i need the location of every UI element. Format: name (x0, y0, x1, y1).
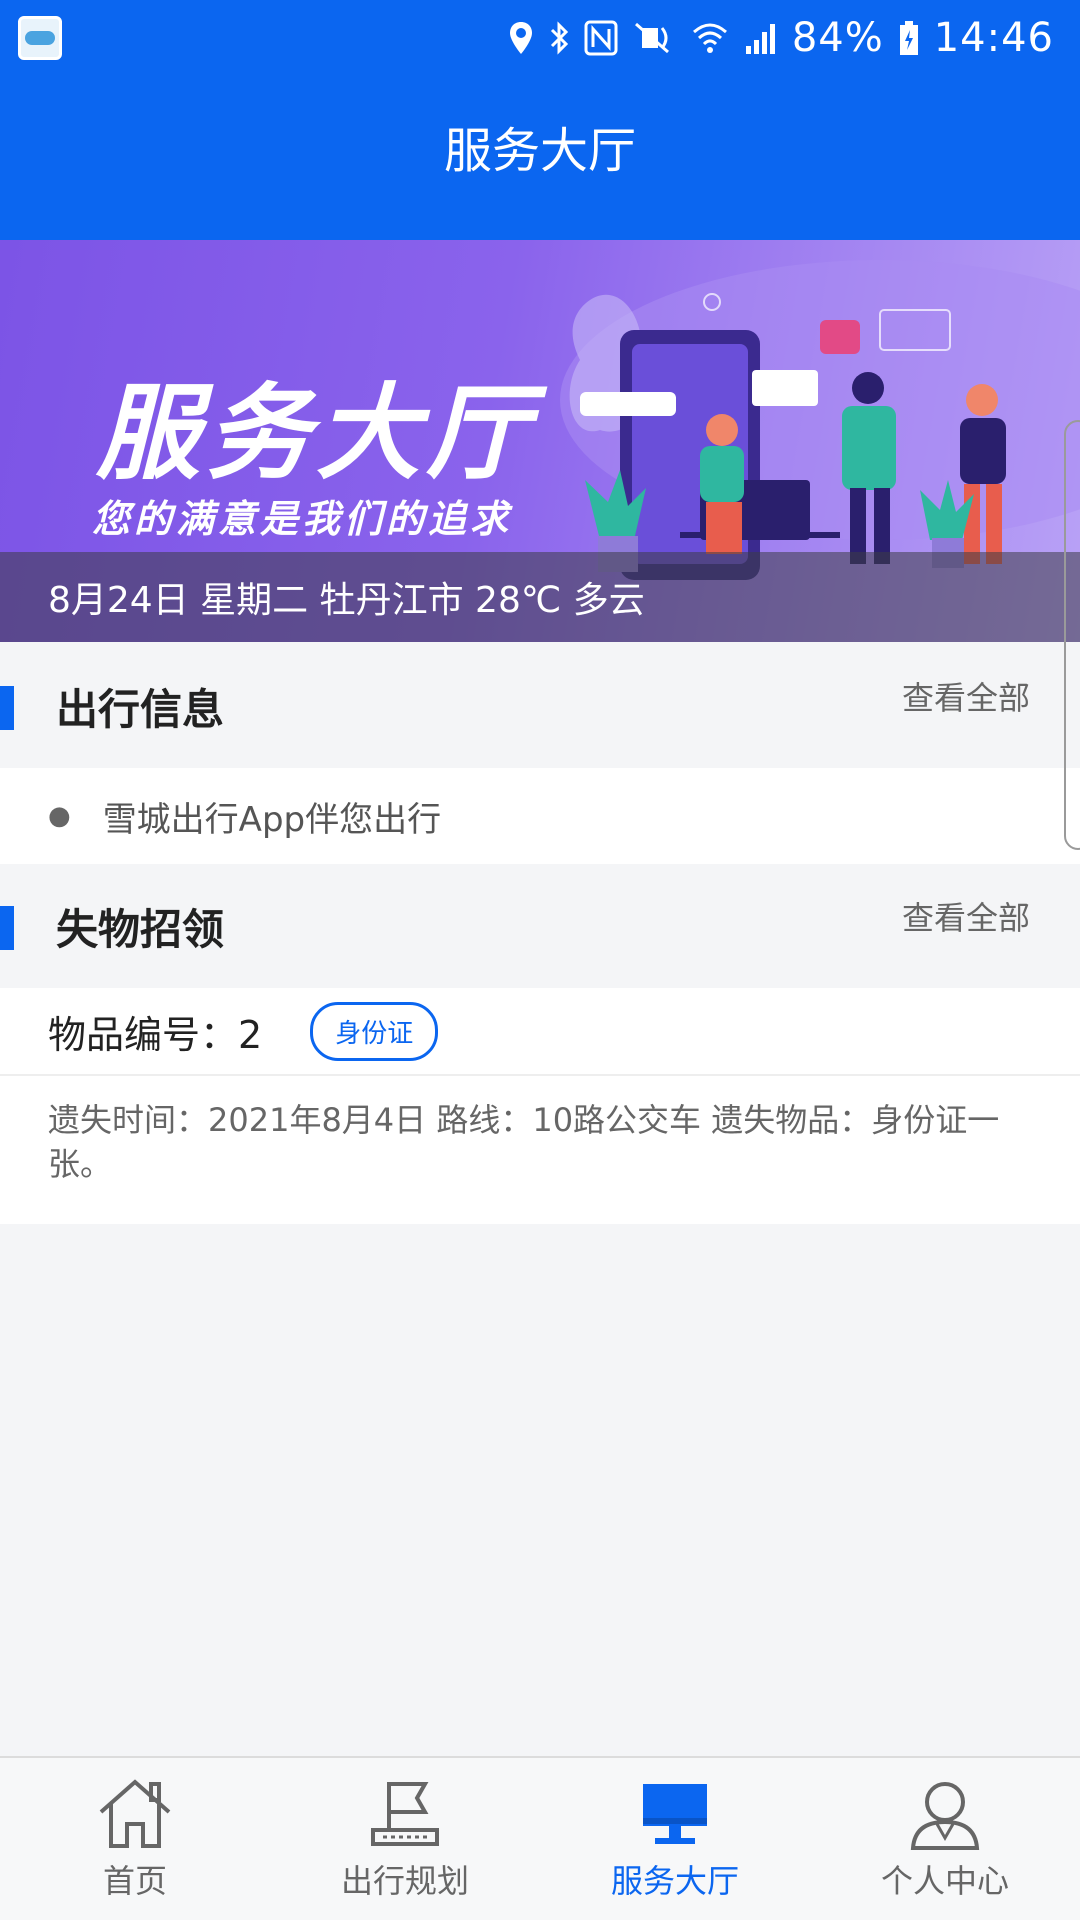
travel-info-title: 出行信息 (56, 684, 225, 734)
item-number: 物品编号：2 (48, 1012, 263, 1057)
nav-route-plan[interactable]: 出行规划 (270, 1758, 540, 1920)
travel-item-text: 雪城出行App伴您出行 (102, 799, 442, 840)
item-type-tag: 身份证 (310, 1001, 439, 1061)
bluetooth-icon (550, 21, 568, 55)
lost-item-description: 遗失时间：2021年8月4日 路线：10路公交车 遗失物品：身份证一张。 (48, 1101, 1000, 1183)
banner-title: 服务大厅 (96, 372, 537, 494)
travel-info-header: 出行信息 查看全部 (0, 644, 1080, 768)
nav-service-hall-label: 服务大厅 (610, 1862, 739, 1900)
battery-percent: 84% (791, 15, 884, 61)
wifi-icon (692, 23, 727, 53)
app-header: 服务大厅 (0, 76, 1080, 240)
status-icons: 84% 14:46 (508, 15, 1054, 61)
travel-info-view-all-link[interactable]: 查看全部 (902, 673, 1030, 719)
section-accent-bar (0, 906, 14, 950)
home-icon (99, 1779, 171, 1848)
nav-home-label: 首页 (102, 1862, 167, 1900)
monitor-icon (643, 1784, 707, 1844)
nav-service-hall[interactable]: 服务大厅 (540, 1758, 810, 1920)
location-icon (509, 22, 532, 54)
mute-icon (634, 22, 669, 54)
list-item[interactable]: ● 雪城出行App伴您出行 (0, 768, 1080, 864)
page-title: 服务大厅 (443, 123, 636, 179)
lost-item-card[interactable]: 物品编号：2 身份证 遗失时间：2021年8月4日 路线：10路公交车 遗失物品… (0, 988, 1080, 1224)
status-bar: 84% 14:46 (0, 0, 1080, 76)
route-flag-icon (371, 1782, 439, 1846)
nav-profile-label: 个人中心 (880, 1862, 1009, 1900)
lost-item-header: 物品编号：2 身份证 (0, 988, 1080, 1076)
bullet-icon: ● (48, 801, 71, 831)
user-icon (910, 1782, 980, 1850)
clock: 14:46 (933, 15, 1054, 61)
nav-profile[interactable]: 个人中心 (810, 1758, 1080, 1920)
lost-found-header: 失物招领 查看全部 (0, 864, 1080, 988)
nav-route-plan-label: 出行规划 (340, 1862, 469, 1900)
banner-subtitle: 您的满意是我们的追求 (92, 497, 513, 541)
edge-panel-handle[interactable] (1064, 420, 1080, 850)
bottom-nav: 首页 出行规划 服务大厅 个人中心 (0, 1756, 1080, 1920)
date-weather-strip: 8月24日 星期二 牡丹江市 28℃ 多云 (0, 552, 1080, 642)
lost-found-title: 失物招领 (56, 904, 225, 954)
banner[interactable]: 服务大厅 您的满意是我们的追求 8月24日 星期二 牡丹江市 28℃ 多云 (0, 240, 1080, 642)
section-accent-bar (0, 686, 14, 730)
nav-home[interactable]: 首页 (0, 1758, 270, 1920)
signal-icon (745, 24, 775, 54)
lost-found-view-all-link[interactable]: 查看全部 (902, 893, 1030, 939)
app-notification-icon (18, 16, 62, 60)
battery-icon (899, 21, 918, 55)
nfc-icon (584, 20, 618, 56)
